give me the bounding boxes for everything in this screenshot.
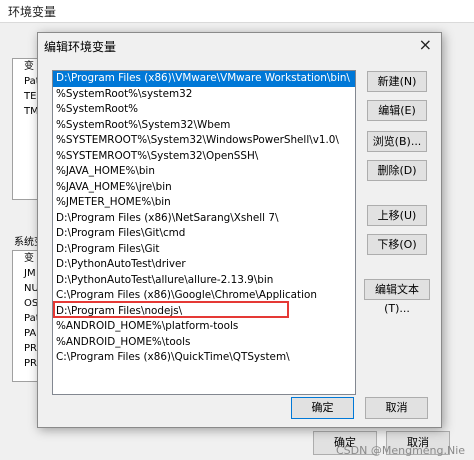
edit-text-button[interactable]: 编辑文本(T)...: [364, 279, 430, 315]
list-item[interactable]: D:\Program Files\Git\cmd: [53, 226, 355, 242]
system-variables-label: 系统变: [14, 237, 38, 248]
list-item[interactable]: D:\PythonAutoTest\driver: [53, 257, 355, 273]
background-window-title: 环境变量: [8, 5, 57, 19]
edit-environment-variable-dialog: 编辑环境变量 × D:\Program Files (x86)\VMware\V…: [37, 32, 442, 428]
list-item[interactable]: D:\Program Files (x86)\NetSarang\Xshell …: [53, 211, 355, 227]
list-item[interactable]: %JAVA_HOME%\bin: [53, 164, 355, 180]
list-item[interactable]: %SYSTEMROOT%\System32\OpenSSH\: [53, 149, 355, 165]
list-item[interactable]: %ANDROID_HOME%\platform-tools: [53, 319, 355, 335]
list-item-chrome[interactable]: C:\Program Files (x86)\Google\Chrome\App…: [53, 288, 355, 304]
list-item[interactable]: D:\Program Files\Git: [53, 242, 355, 258]
move-down-button[interactable]: 下移(O): [367, 234, 427, 255]
delete-button[interactable]: 删除(D): [367, 160, 427, 181]
list-item-selected[interactable]: D:\Program Files (x86)\VMware\VMware Wor…: [53, 71, 355, 87]
browse-button[interactable]: 浏览(B)...: [367, 131, 427, 152]
new-button[interactable]: 新建(N): [367, 71, 427, 92]
list-item[interactable]: D:\Program Files\nodejs\: [53, 304, 355, 320]
move-up-button[interactable]: 上移(U): [367, 205, 427, 226]
list-item[interactable]: %SystemRoot%: [53, 102, 355, 118]
cancel-button[interactable]: 取消: [365, 397, 428, 419]
ok-button[interactable]: 确定: [291, 397, 354, 419]
close-icon[interactable]: ×: [419, 35, 432, 54]
edit-button[interactable]: 编辑(E): [367, 100, 427, 121]
list-item[interactable]: %SystemRoot%\System32\Wbem: [53, 118, 355, 134]
dialog-title: 编辑环境变量: [44, 40, 117, 54]
list-item[interactable]: %JMETER_HOME%\bin: [53, 195, 355, 211]
list-item[interactable]: %SystemRoot%\system32: [53, 87, 355, 103]
list-item[interactable]: %ANDROID_HOME%\tools: [53, 335, 355, 351]
list-item[interactable]: C:\Program Files (x86)\QuickTime\QTSyste…: [53, 350, 355, 366]
list-item[interactable]: D:\PythonAutoTest\allure\allure-2.13.9\b…: [53, 273, 355, 289]
path-entries-list[interactable]: D:\Program Files (x86)\VMware\VMware Wor…: [52, 70, 356, 395]
list-item[interactable]: %SYSTEMROOT%\System32\WindowsPowerShell\…: [53, 133, 355, 149]
list-item[interactable]: %JAVA_HOME%\jre\bin: [53, 180, 355, 196]
background-window-titlebar: 环境变量: [0, 0, 474, 23]
watermark: CSDN @Mengmeng.Nie: [336, 444, 466, 457]
